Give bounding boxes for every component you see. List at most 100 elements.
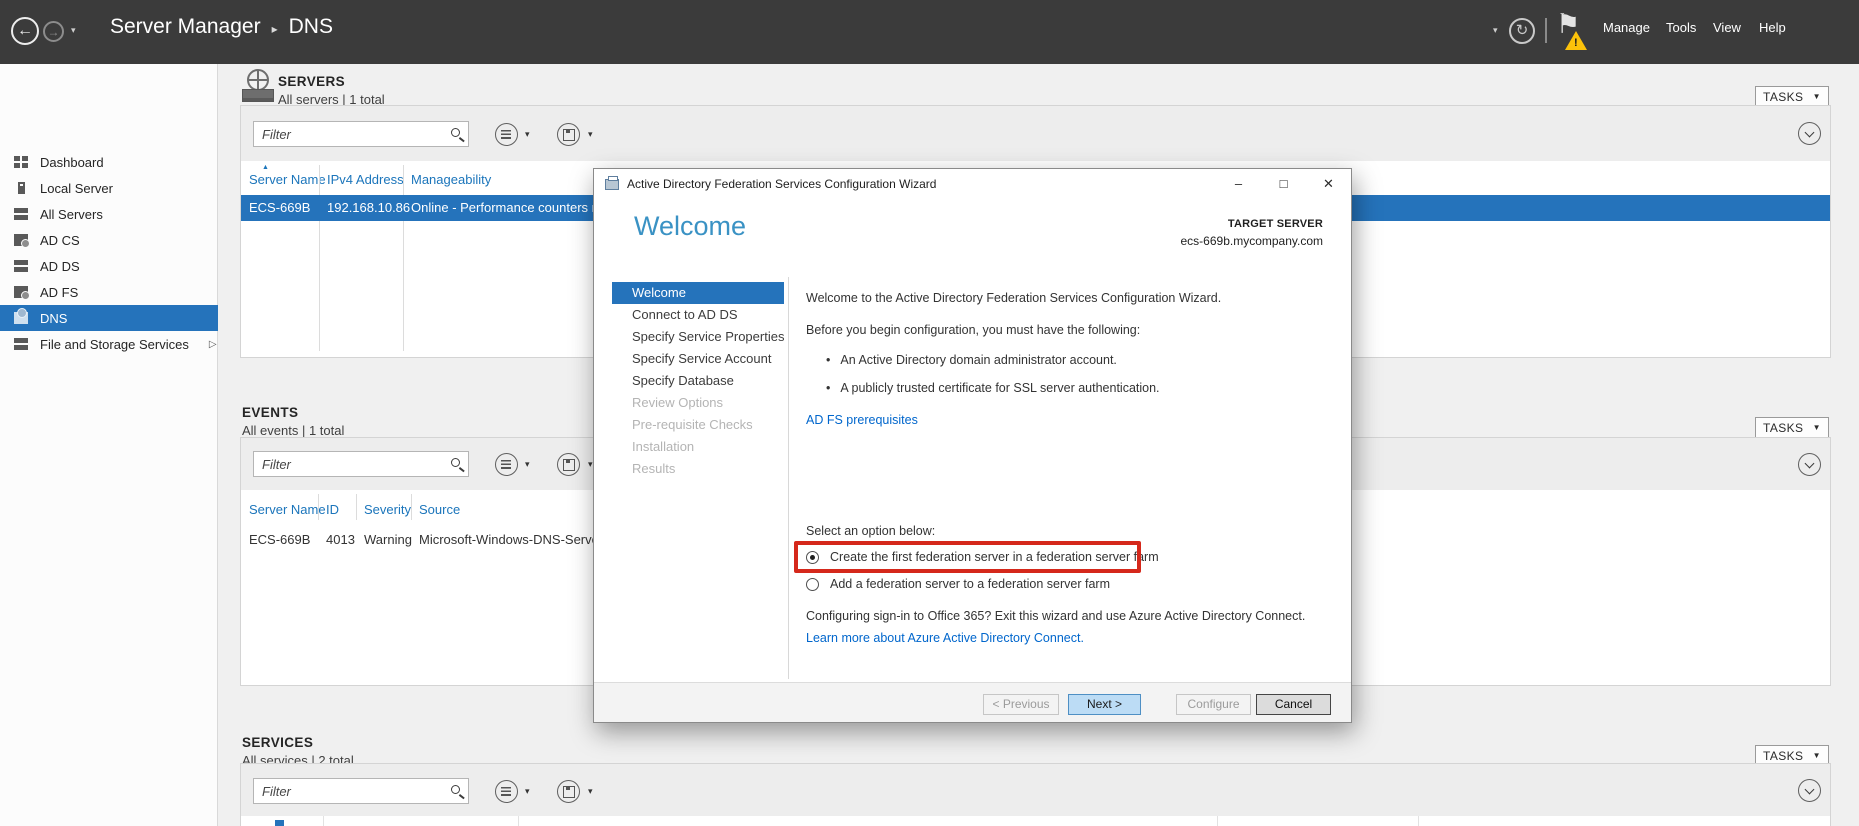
save-query-icon[interactable] (557, 123, 580, 146)
steps-divider (788, 277, 789, 679)
adfs-prerequisites-link[interactable]: AD FS prerequisites (806, 412, 918, 428)
cell-source: Microsoft-Windows-DNS-Server- (419, 526, 608, 554)
servers-filter-input[interactable] (254, 122, 468, 146)
step-specify-database[interactable]: Specify Database (612, 370, 784, 392)
save-query-caret-icon[interactable]: ▾ (588, 129, 593, 140)
step-connect-to-ad-ds[interactable]: Connect to AD DS (612, 304, 784, 326)
menu-manage[interactable]: Manage (1603, 20, 1650, 35)
query-list-icon[interactable] (495, 123, 518, 146)
sidebar-item-ad-fs[interactable]: AD FS (0, 279, 218, 305)
menu-help[interactable]: Help (1759, 20, 1786, 35)
column-header-server-name[interactable]: Server Name (249, 172, 326, 187)
query-list-caret-icon[interactable]: ▾ (525, 129, 530, 140)
radio-unselected-icon[interactable] (806, 578, 819, 591)
services-table (241, 816, 1830, 826)
collapse-tile-icon[interactable] (1798, 122, 1821, 145)
sidebar-item-local-server[interactable]: Local Server (0, 175, 218, 201)
step-results: Results (612, 458, 784, 480)
dialog-footer: < Previous Next > Configure Cancel (594, 682, 1351, 722)
servers-tasks-button[interactable]: TASKS ▼ (1755, 86, 1829, 107)
sidebar-item-ad-ds[interactable]: AD DS (0, 253, 218, 279)
target-server-block: TARGET SERVER ecs-669b.mycompany.com (1181, 218, 1324, 248)
configure-button[interactable]: Configure (1176, 694, 1251, 715)
maximize-button[interactable]: □ (1261, 169, 1306, 199)
search-icon (451, 128, 460, 137)
sidebar-item-dashboard[interactable]: Dashboard (0, 149, 218, 175)
cell-server-name: ECS-669B (249, 526, 310, 554)
sidebar-item-ad-cs[interactable]: AD CS (0, 227, 218, 253)
option-create-first-federation-server[interactable]: Create the first federation server in a … (806, 549, 1159, 565)
query-list-caret-icon[interactable]: ▾ (525, 459, 530, 470)
services-tile: ▾ ▾ (240, 763, 1831, 826)
save-query-caret-icon[interactable]: ▾ (588, 459, 593, 470)
service-status-icon (275, 820, 284, 826)
column-header-id[interactable]: ID (326, 502, 339, 517)
collapse-tile-icon[interactable] (1798, 779, 1821, 802)
events-filter-input[interactable] (254, 452, 468, 476)
option-add-federation-server[interactable]: Add a federation server to a federation … (806, 576, 1110, 592)
previous-button[interactable]: < Previous (983, 694, 1059, 715)
bullet-icon: • (826, 353, 830, 367)
collapse-tile-icon[interactable] (1798, 453, 1821, 476)
cell-manageability: Online - Performance counters not (411, 195, 610, 221)
column-header-manageability[interactable]: Manageability (411, 172, 491, 187)
servers-tile-icon (242, 69, 272, 101)
cancel-button[interactable]: Cancel (1256, 694, 1331, 715)
azure-ad-connect-link[interactable]: Learn more about Azure Active Directory … (806, 630, 1084, 646)
events-tile-title: EVENTS (242, 405, 298, 420)
query-list-caret-icon[interactable]: ▾ (525, 786, 530, 797)
expand-chevron-icon[interactable]: ▷ (209, 339, 217, 350)
save-query-icon[interactable] (557, 453, 580, 476)
tasks-caret-icon: ▼ (1813, 751, 1821, 760)
servers-tile-header: SERVERS All servers | 1 total (240, 67, 840, 107)
column-header-severity[interactable]: Severity (364, 502, 411, 517)
events-tasks-button[interactable]: TASKS ▼ (1755, 417, 1829, 438)
menu-view[interactable]: View (1713, 20, 1741, 35)
dashboard-icon (14, 156, 28, 168)
step-welcome[interactable]: Welcome (612, 282, 784, 304)
local-server-icon (18, 182, 25, 194)
step-specify-service-account[interactable]: Specify Service Account (612, 348, 784, 370)
minimize-button[interactable]: – (1216, 169, 1261, 199)
events-tile-subtitle: All events | 1 total (242, 423, 344, 438)
next-button[interactable]: Next > (1068, 694, 1141, 715)
sidebar-item-file-storage-services[interactable]: File and Storage Services ▷ (0, 331, 218, 357)
breadcrumb-separator-icon: ▸ (272, 19, 278, 36)
cell-id: 4013 (326, 526, 355, 554)
radio-selected-icon[interactable] (806, 551, 819, 564)
sidebar-item-dns[interactable]: DNS (0, 305, 218, 331)
titlebar: ← → ▾ Server Manager ▸ DNS ▾ ↻ ⚑ ! Manag… (0, 0, 1859, 64)
save-query-caret-icon[interactable]: ▾ (588, 786, 593, 797)
query-list-icon[interactable] (495, 780, 518, 803)
notifications-caret-icon[interactable]: ▾ (1493, 25, 1498, 36)
back-arrow-icon: ← (17, 22, 33, 40)
nav-history-caret-icon[interactable]: ▾ (71, 25, 76, 36)
column-header-source[interactable]: Source (419, 502, 460, 517)
services-tile-title: SERVICES (242, 735, 313, 750)
back-button[interactable]: ← (11, 17, 39, 45)
query-list-icon[interactable] (495, 453, 518, 476)
wizard-page-title: Welcome (634, 211, 746, 242)
services-filter-input[interactable] (254, 779, 468, 803)
close-button[interactable]: ✕ (1306, 169, 1351, 199)
step-installation: Installation (612, 436, 784, 458)
refresh-icon[interactable]: ↻ (1509, 18, 1535, 44)
breadcrumb-root[interactable]: Server Manager (110, 15, 261, 39)
warning-exclamation-icon: ! (1574, 37, 1578, 49)
menu-tools[interactable]: Tools (1666, 20, 1696, 35)
office365-note: Configuring sign-in to Office 365? Exit … (806, 608, 1305, 624)
topbar-divider (1545, 18, 1547, 43)
sidebar-item-all-servers[interactable]: All Servers (0, 201, 218, 227)
step-specify-service-properties[interactable]: Specify Service Properties (612, 326, 784, 348)
bullet-icon: • (826, 381, 830, 395)
dialog-titlebar[interactable]: Active Directory Federation Services Con… (594, 169, 1351, 199)
save-query-icon[interactable] (557, 780, 580, 803)
breadcrumb-current[interactable]: DNS (289, 15, 333, 39)
requirement-bullet: •A publicly trusted certificate for SSL … (826, 380, 1160, 396)
column-header-server-name[interactable]: Server Name (249, 502, 326, 517)
forward-button[interactable]: → (43, 21, 64, 42)
all-servers-icon (14, 208, 28, 220)
column-header-ipv4[interactable]: IPv4 Address (327, 172, 404, 187)
cell-ipv4: 192.168.10.86 (327, 195, 410, 221)
ad-ds-icon (14, 260, 28, 272)
